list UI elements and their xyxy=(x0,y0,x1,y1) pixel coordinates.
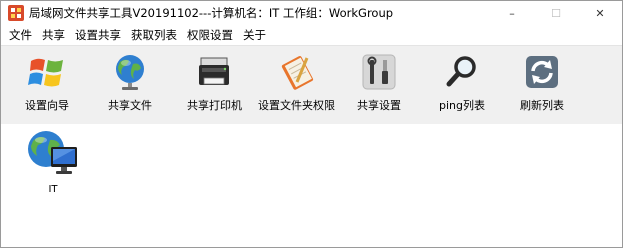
refresh-icon xyxy=(522,52,562,92)
menu-about[interactable]: 关于 xyxy=(239,26,270,44)
share-file-label: 共享文件 xyxy=(108,99,152,112)
close-icon: ✕ xyxy=(595,6,605,20)
menu-permissions[interactable]: 权限设置 xyxy=(183,26,237,44)
notebook-pencil-icon xyxy=(277,52,317,92)
ping-list-button[interactable]: ping列表 xyxy=(439,52,485,113)
minimize-button[interactable]: – xyxy=(490,1,534,25)
app-logo-icon xyxy=(8,5,24,21)
computer-name: IT xyxy=(48,184,58,195)
share-file-button[interactable]: 共享文件 xyxy=(108,52,152,113)
maximize-button[interactable]: ☐ xyxy=(534,1,578,25)
maximize-icon: ☐ xyxy=(551,6,561,20)
setup-wizard-button[interactable]: 设置向导 xyxy=(25,52,69,113)
menu-bar: 文件 共享 设置共享 获取列表 权限设置 关于 xyxy=(1,25,622,45)
menu-get-list[interactable]: 获取列表 xyxy=(127,26,181,44)
menu-share[interactable]: 共享 xyxy=(38,26,69,44)
folder-permission-label: 设置文件夹权限 xyxy=(258,99,335,112)
printer-icon xyxy=(195,52,235,92)
window-title: 局域网文件共享工具V20191102---计算机名：IT 工作组：WorkGro… xyxy=(29,6,394,20)
close-button[interactable]: ✕ xyxy=(578,1,622,25)
refresh-list-label: 刷新列表 xyxy=(520,99,564,112)
menu-file[interactable]: 文件 xyxy=(5,26,36,44)
title-bar[interactable]: 局域网文件共享工具V20191102---计算机名：IT 工作组：WorkGro… xyxy=(1,1,622,25)
ping-list-label: ping列表 xyxy=(439,99,485,112)
setup-wizard-label: 设置向导 xyxy=(25,99,69,112)
toolbar: 设置向导 共享文件 共享打印机 设置文件夹权限 共享设置 ping列表 刷新列表 xyxy=(1,45,622,125)
tools-icon xyxy=(359,52,399,92)
windows-logo-icon xyxy=(27,52,67,92)
app-window: 局域网文件共享工具V20191102---计算机名：IT 工作组：WorkGro… xyxy=(0,0,623,248)
computer-item-it[interactable]: IT xyxy=(20,127,86,195)
minimize-icon: – xyxy=(509,6,515,20)
share-settings-button[interactable]: 共享设置 xyxy=(357,52,401,113)
menu-set-share[interactable]: 设置共享 xyxy=(71,26,125,44)
share-printer-button[interactable]: 共享打印机 xyxy=(187,52,242,113)
folder-permission-button[interactable]: 设置文件夹权限 xyxy=(258,52,335,113)
magnifier-icon xyxy=(442,52,482,92)
globe-icon xyxy=(110,52,150,92)
refresh-list-button[interactable]: 刷新列表 xyxy=(520,52,564,113)
computer-list: IT xyxy=(1,124,622,247)
networked-computer-icon xyxy=(23,127,83,182)
share-printer-label: 共享打印机 xyxy=(187,99,242,112)
share-settings-label: 共享设置 xyxy=(357,99,401,112)
